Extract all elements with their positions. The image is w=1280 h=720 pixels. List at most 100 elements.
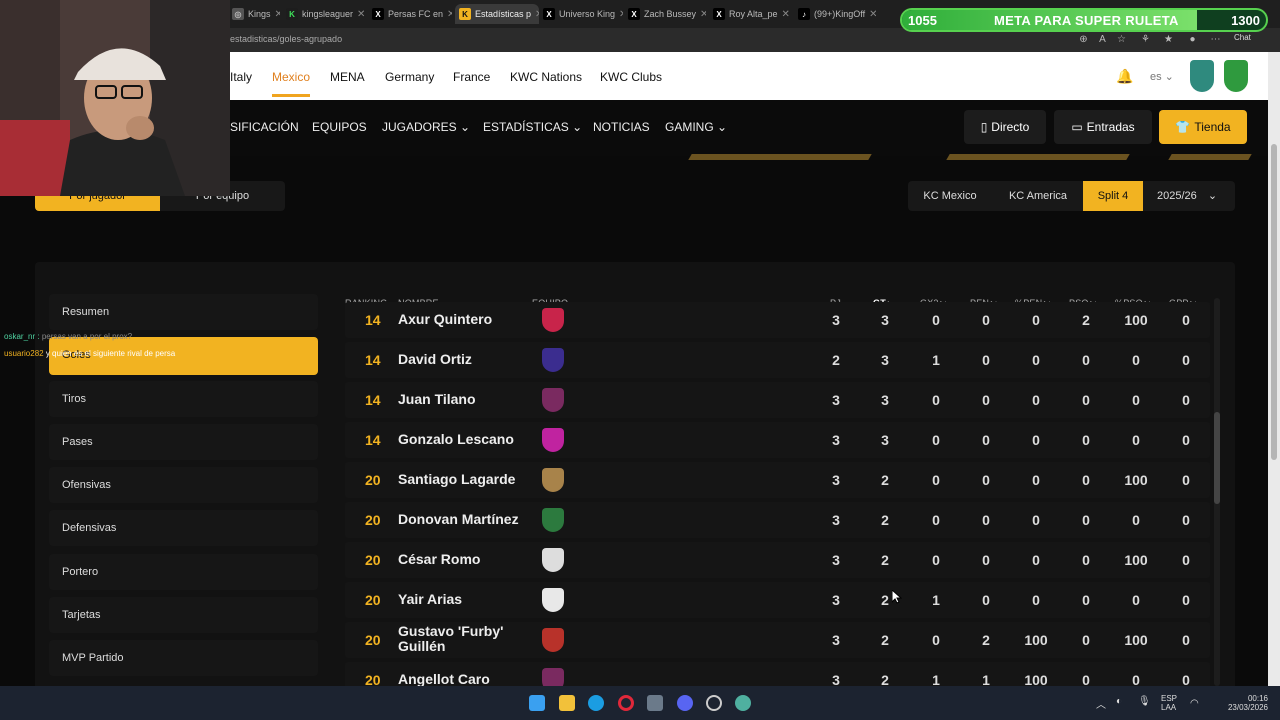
- nav-jugadores[interactable]: JUGADORES ⌄: [382, 120, 470, 134]
- close-icon[interactable]: ✕: [357, 9, 365, 20]
- nav-gaming[interactable]: GAMING ⌄: [665, 120, 727, 134]
- close-icon[interactable]: ✕: [700, 9, 706, 20]
- country-kwc-clubs[interactable]: KWC Clubs: [600, 70, 662, 84]
- page-scrollbar-thumb[interactable]: [1271, 144, 1277, 460]
- sidebar-item-pases[interactable]: Pases: [49, 424, 318, 460]
- page-scrollbar[interactable]: [1268, 52, 1280, 686]
- nav-equipos[interactable]: EQUIPOS: [312, 120, 367, 134]
- country-france[interactable]: France: [453, 70, 490, 84]
- table-scrollbar-thumb[interactable]: [1214, 412, 1220, 504]
- player-name[interactable]: César Romo: [398, 552, 533, 567]
- edge-browser-icon[interactable]: [588, 695, 604, 711]
- team-crest-icon[interactable]: [542, 628, 564, 652]
- team-crest-icon[interactable]: [542, 308, 564, 332]
- stat-pct-pen: 0: [1032, 552, 1040, 568]
- calculator-icon[interactable]: [647, 695, 663, 711]
- sidebar-item-ofensivas[interactable]: Ofensivas: [49, 467, 318, 503]
- app-tray-icon[interactable]: ◐: [1116, 696, 1122, 707]
- browser-tab[interactable]: K kingsleaguer ✕: [286, 4, 366, 24]
- discord-icon[interactable]: [677, 695, 693, 711]
- bell-icon[interactable]: 🔔: [1116, 68, 1133, 85]
- microphone-icon[interactable]: 🎙: [1138, 696, 1151, 707]
- directo-button[interactable]: ▯ Directo: [964, 110, 1046, 144]
- app-icon[interactable]: [735, 695, 751, 711]
- nav-estadisticas[interactable]: ESTADÍSTICAS ⌄: [483, 120, 582, 134]
- browser-tab[interactable]: ◎ Kings ✕: [232, 4, 280, 24]
- player-name[interactable]: David Ortiz: [398, 352, 533, 367]
- close-icon[interactable]: ✕: [447, 9, 452, 20]
- windows-start-icon[interactable]: [529, 695, 545, 711]
- team-crest-icon[interactable]: [542, 508, 564, 532]
- country-germany[interactable]: Germany: [385, 70, 434, 84]
- favorites-icon[interactable]: ★: [1163, 34, 1174, 45]
- player-name[interactable]: Donovan Martínez: [398, 512, 533, 527]
- team-crest-icon[interactable]: [542, 348, 564, 372]
- close-icon[interactable]: ✕: [535, 9, 539, 20]
- team-shield-icon[interactable]: [1224, 60, 1248, 92]
- team-crest-icon[interactable]: [542, 428, 564, 452]
- team-crest-icon[interactable]: [542, 388, 564, 412]
- country-mena[interactable]: MENA: [330, 70, 365, 84]
- country-kwc-nations[interactable]: KWC Nations: [510, 70, 582, 84]
- browser-tab-active[interactable]: K Estadísticas p✕: [455, 4, 539, 24]
- chevron-down-icon: ⌄: [1207, 190, 1218, 202]
- player-name[interactable]: Gustavo 'Furby' Guillén: [398, 624, 533, 654]
- country-italy[interactable]: Italy: [230, 70, 252, 84]
- player-name[interactable]: Axur Quintero: [398, 312, 533, 327]
- player-name[interactable]: Gonzalo Lescano: [398, 432, 533, 447]
- sidebar-item-tiros[interactable]: Tiros: [49, 381, 318, 417]
- nav-clasificacion[interactable]: SIFICACIÓN: [230, 120, 299, 134]
- entradas-button[interactable]: ▭ Entradas: [1054, 110, 1152, 144]
- country-mexico[interactable]: Mexico: [272, 70, 311, 97]
- read-aloud-icon[interactable]: A: [1097, 34, 1108, 45]
- wifi-icon[interactable]: ◠: [1190, 698, 1199, 709]
- close-icon[interactable]: ✕: [869, 9, 876, 20]
- profile-icon[interactable]: ●: [1187, 34, 1198, 45]
- close-icon[interactable]: ✕: [619, 9, 623, 20]
- sidebar-item-tarjetas[interactable]: Tarjetas: [49, 597, 318, 633]
- sidebar-item-defensivas[interactable]: Defensivas: [49, 510, 318, 546]
- tienda-button[interactable]: 👕 Tienda: [1159, 110, 1247, 144]
- close-icon[interactable]: ✕: [782, 9, 790, 20]
- browser-tab[interactable]: X Persas FC en ✕: [372, 4, 452, 24]
- filter-split-4[interactable]: Split 4: [1083, 181, 1143, 211]
- opera-icon[interactable]: [618, 695, 634, 711]
- language-select[interactable]: es ⌄: [1150, 70, 1174, 83]
- zoom-icon[interactable]: ⊕: [1078, 34, 1089, 45]
- file-explorer-icon[interactable]: [559, 695, 575, 711]
- player-name[interactable]: Santiago Lagarde: [398, 472, 533, 487]
- extensions-icon[interactable]: ⚘: [1140, 34, 1151, 45]
- nav-noticias[interactable]: NOTICIAS: [593, 120, 650, 134]
- stat-gx2: 0: [932, 432, 940, 448]
- browser-tab[interactable]: X Roy Alta_pe ✕: [713, 4, 791, 24]
- stat-pct-pen: 0: [1032, 512, 1040, 528]
- clock[interactable]: 00:16 23/03/2026: [1226, 694, 1268, 712]
- browser-tab[interactable]: X Universo King✕: [543, 4, 623, 24]
- star-icon[interactable]: ☆: [1116, 34, 1127, 45]
- team-shield-icon[interactable]: [1190, 60, 1214, 92]
- close-icon[interactable]: ✕: [275, 9, 280, 20]
- sidebar-item-mvp-partido[interactable]: MVP Partido: [49, 640, 318, 676]
- sidebar-item-portero[interactable]: Portero: [49, 554, 318, 590]
- stat-pj: 3: [832, 632, 840, 648]
- more-icon[interactable]: ⋯: [1210, 34, 1221, 45]
- browser-tab[interactable]: X Zach Bussey ✕: [628, 4, 706, 24]
- filter-kc-mexico[interactable]: KC Mexico: [908, 181, 992, 211]
- ticket-icon: ▭: [1071, 120, 1083, 134]
- keyboard-language[interactable]: ESP LAA: [1161, 694, 1177, 712]
- team-crest-icon[interactable]: [542, 588, 564, 612]
- player-name[interactable]: Angellot Caro: [398, 672, 533, 687]
- player-name[interactable]: Yair Arias: [398, 592, 533, 607]
- stat-pct-pso: 100: [1124, 312, 1148, 328]
- obs-icon[interactable]: [706, 695, 722, 711]
- copilot-chat-button[interactable]: Chat: [1234, 33, 1251, 42]
- browser-tab[interactable]: ♪ (99+)KingOff ✕: [798, 4, 876, 24]
- team-crest-icon[interactable]: [542, 468, 564, 492]
- player-name[interactable]: Juan Tilano: [398, 392, 533, 407]
- season-select[interactable]: 2025/26 ⌄: [1148, 181, 1230, 211]
- sidebar-item-resumen[interactable]: Resumen: [49, 294, 318, 330]
- chevron-up-icon[interactable]: ︿: [1096, 696, 1106, 711]
- team-crest-icon[interactable]: [542, 548, 564, 572]
- url-text[interactable]: estadisticas/goles-agrupado: [230, 34, 342, 44]
- filter-kc-america[interactable]: KC America: [994, 181, 1082, 211]
